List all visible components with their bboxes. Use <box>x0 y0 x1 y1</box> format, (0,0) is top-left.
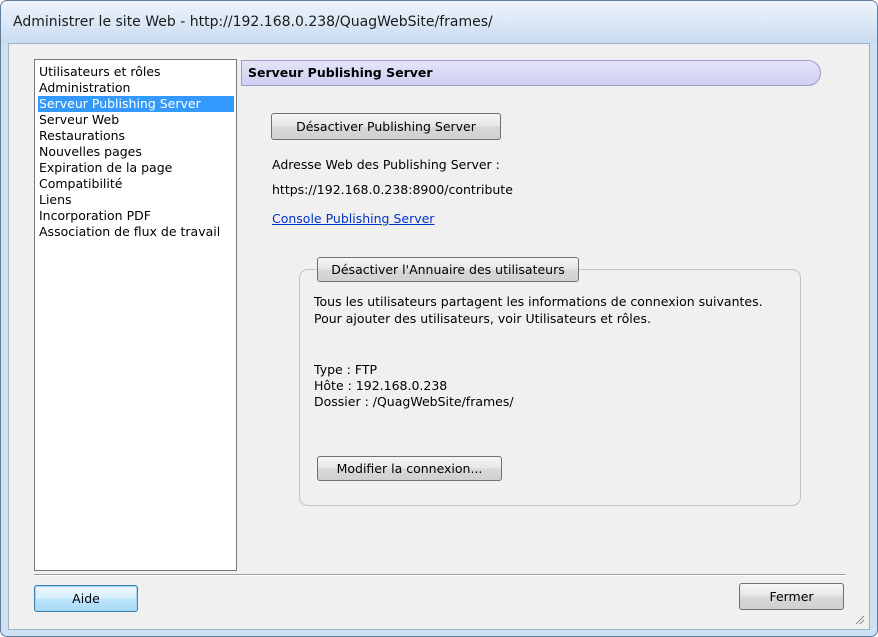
connection-folder: Dossier : /QuagWebSite/frames/ <box>314 394 514 409</box>
close-button[interactable]: Fermer <box>739 583 844 610</box>
dialog-window: Administrer le site Web - http://192.168… <box>0 0 878 637</box>
nav-item-restaurations[interactable]: Restaurations <box>38 128 234 144</box>
connection-host: Hôte : 192.168.0.238 <box>314 378 448 393</box>
directory-description: Tous les utilisateurs partagent les info… <box>314 294 763 326</box>
modify-connection-button[interactable]: Modifier la connexion... <box>317 456 502 481</box>
resize-grip-icon[interactable] <box>853 613 865 625</box>
nav-item-compatibilite[interactable]: Compatibilité <box>38 176 234 192</box>
nav-item-serveur-web[interactable]: Serveur Web <box>38 112 234 128</box>
panel-header: Serveur Publishing Server <box>241 60 821 86</box>
title-bar[interactable]: Administrer le site Web - http://192.168… <box>1 1 877 43</box>
nav-item-expiration[interactable]: Expiration de la page <box>38 160 234 176</box>
console-link[interactable]: Console Publishing Server <box>272 211 434 226</box>
nav-item-publishing-server[interactable]: Serveur Publishing Server <box>38 96 234 112</box>
nav-item-flux-travail[interactable]: Association de flux de travail <box>38 224 234 240</box>
help-button[interactable]: Aide <box>34 585 138 612</box>
nav-item-nouvelles-pages[interactable]: Nouvelles pages <box>38 144 234 160</box>
nav-item-utilisateurs[interactable]: Utilisateurs et rôles <box>38 64 234 80</box>
nav-item-liens[interactable]: Liens <box>38 192 234 208</box>
address-label: Adresse Web des Publishing Server : <box>272 157 500 172</box>
panel-title: Serveur Publishing Server <box>248 65 433 80</box>
nav-item-administration[interactable]: Administration <box>38 80 234 96</box>
address-value: https://192.168.0.238:8900/contribute <box>272 182 513 197</box>
deactivate-publishing-server-button[interactable]: Désactiver Publishing Server <box>271 113 501 140</box>
dialog-body: Utilisateurs et rôles Administration Ser… <box>8 43 870 630</box>
nav-item-incorporation-pdf[interactable]: Incorporation PDF <box>38 208 234 224</box>
category-list[interactable]: Utilisateurs et rôles Administration Ser… <box>34 59 237 571</box>
deactivate-directory-button[interactable]: Désactiver l'Annuaire des utilisateurs <box>317 257 579 282</box>
connection-type: Type : FTP <box>314 362 378 377</box>
footer-separator <box>34 574 846 576</box>
window-title: Administrer le site Web - http://192.168… <box>13 14 493 30</box>
